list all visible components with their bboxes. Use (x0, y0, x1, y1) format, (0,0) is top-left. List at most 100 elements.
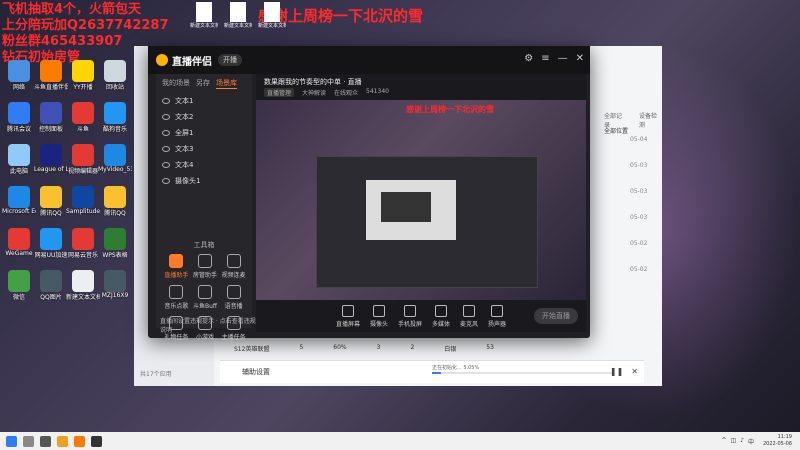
desktop-icon[interactable]: 回收站 (98, 60, 132, 91)
desktop-icon[interactable]: 网络 (2, 60, 36, 91)
background-footer: 共17个应用 (140, 371, 172, 378)
clock[interactable]: 11:19 2022-05-06 (763, 434, 792, 448)
app-icon (40, 186, 62, 208)
start-icon[interactable] (6, 435, 17, 447)
add-screen-button[interactable]: 直播屏幕 (336, 304, 360, 328)
start-live-button[interactable]: 开始直播 (534, 308, 578, 324)
pause-icon[interactable]: ❚❚ (610, 367, 623, 376)
desktop-icon-label: WeGame (5, 250, 33, 257)
desktop-icon[interactable]: 网易云音乐 (66, 228, 100, 259)
desktop-icon[interactable]: Microsoft Edge (2, 186, 36, 215)
eye-icon[interactable] (162, 114, 170, 120)
desktop-icon-label: 腾讯QQ (40, 210, 62, 217)
desktop-icon[interactable]: 此电脑 (2, 144, 36, 175)
tool-video-link[interactable]: 视频连麦 (219, 254, 248, 279)
toolbox-title: 工具箱 (193, 241, 215, 249)
settings-icon[interactable]: ⚙ (524, 53, 533, 64)
desktop-icon[interactable]: 腾讯QQ (98, 186, 132, 217)
desktop-icon[interactable]: SamplitudeProX (66, 186, 100, 215)
media-icon (435, 304, 447, 317)
source-item[interactable]: 文本2 (156, 109, 252, 125)
desktop-icon[interactable]: 酷狗音乐 (98, 102, 132, 133)
desktop-icon[interactable]: 斗鱼直播伴侣 (34, 60, 68, 91)
desktop-file[interactable]: 新建文本文档 (258, 2, 286, 29)
menu-icon[interactable]: ≡ (541, 53, 549, 64)
tool-voice[interactable]: 语音播 (219, 285, 248, 310)
table-row: S12英雄联盟 5 60% 3 2 白银 53 (234, 344, 494, 353)
tool-room-manager[interactable]: 房管助手 (191, 254, 220, 279)
close-icon[interactable]: ✕ (576, 53, 584, 64)
volume-icon[interactable]: ♪ (740, 437, 744, 446)
app-icon[interactable] (91, 435, 102, 447)
source-item[interactable]: 文本3 (156, 141, 252, 157)
desktop-icon-label: 网络 (12, 84, 25, 91)
desktop-icon[interactable]: YY开播 (66, 60, 100, 91)
desktop-icon[interactable]: 腾讯QQ (34, 186, 68, 217)
overlay-line-1: 飞机抽取4个，火箭包天 (2, 2, 142, 17)
desktop-icon[interactable]: 新建文本文档 (66, 270, 100, 301)
document-icon (230, 2, 246, 22)
tool-buff[interactable]: 斗鱼Buff (191, 285, 220, 310)
tool-music[interactable]: 音乐点歌 (162, 285, 191, 310)
close-icon[interactable]: ✕ (631, 367, 638, 376)
multimedia-button[interactable]: 多媒体 (432, 304, 450, 328)
desktop-icon[interactable]: League of Legends (34, 144, 68, 173)
desktop-icon[interactable]: 斗鱼 (66, 102, 100, 133)
date-cell: 05-03 (630, 162, 648, 169)
desktop-icon[interactable]: MZJ16X9 (98, 270, 132, 299)
microphone-icon (463, 304, 476, 317)
speaker-button[interactable]: 扬声器 (488, 304, 506, 328)
chevron-up-icon[interactable]: ^ (721, 437, 726, 446)
desktop-icon[interactable]: WPS表格 (98, 228, 132, 259)
document-icon (264, 2, 280, 22)
eye-icon[interactable] (162, 162, 170, 168)
add-camera-button[interactable]: 摄像头 (370, 304, 388, 328)
tool-live-assistant[interactable]: 直播助手 (162, 254, 191, 279)
date-cell: 05-03 (630, 188, 648, 195)
desktop-icon[interactable]: WeGame (2, 228, 36, 257)
desktop-icon-label: QQ图片 (40, 294, 62, 301)
eye-icon[interactable] (162, 178, 170, 184)
app-icon (104, 144, 126, 166)
minimize-icon[interactable]: — (558, 53, 568, 64)
desktop-icon-label: 斗鱼直播伴侣 (34, 84, 68, 91)
tab-save-as[interactable]: 另存 (196, 78, 210, 89)
preview-canvas[interactable]: 感谢上周榜一下北沢的雪 (256, 100, 586, 300)
desktop-icon-label: 腾讯QQ (104, 210, 126, 217)
buff-icon (197, 285, 212, 299)
search-icon[interactable] (23, 435, 34, 447)
task-view-icon[interactable] (40, 435, 51, 447)
desktop-icon[interactable]: QQ图片 (34, 270, 68, 301)
desktop-icon[interactable]: 微信 (2, 270, 36, 301)
desktop-icon[interactable]: 控制面板 (34, 102, 68, 133)
desktop-icon[interactable]: 腾讯会议 (2, 102, 36, 133)
source-item[interactable]: 摄像头1 (156, 173, 252, 189)
tab-my-scene[interactable]: 我的场景 (162, 78, 190, 89)
desktop-file[interactable]: 新建文本文档 (224, 2, 252, 29)
microphone-button[interactable]: 麦克风 (460, 304, 478, 328)
desktop-icon[interactable]: 视频编辑器 (66, 144, 100, 175)
network-icon[interactable]: ◫ (730, 437, 736, 446)
source-item[interactable]: 全屏1 (156, 125, 252, 141)
desktop-file[interactable]: 新建文本文档 (190, 2, 218, 29)
explorer-icon[interactable] (57, 435, 68, 447)
dialog-label: 辅助设置 (242, 368, 270, 376)
eye-icon[interactable] (162, 98, 170, 104)
source-item[interactable]: 文本1 (156, 93, 252, 109)
phone-cast-button[interactable]: 手机投屏 (398, 304, 422, 328)
ime-indicator[interactable]: 中 (748, 437, 754, 446)
tab-device-check[interactable]: 设备检测 (639, 111, 662, 129)
eye-icon[interactable] (162, 146, 170, 152)
tab-scene-library[interactable]: 场景库 (216, 78, 237, 89)
douyu-icon[interactable] (74, 435, 85, 447)
violation-notice[interactable]: 直播间设置违规提示 · 点击查看违规说明 (156, 316, 256, 334)
eye-icon[interactable] (162, 130, 170, 136)
overlay-line-2: 上分陪玩加Q2637742287 (2, 18, 169, 33)
document-icon (196, 2, 212, 22)
desktop-icon[interactable]: MyVideo_53 (98, 144, 132, 173)
stream-preview: 数果跟我的节奏型的中单 · 直播 直播管理 大神解读 在线观众 541340 感… (256, 74, 586, 300)
broadcast-button[interactable]: 开播 (218, 54, 242, 66)
video-icon (226, 254, 241, 268)
source-item[interactable]: 文本4 (156, 157, 252, 173)
desktop-icon[interactable]: 网易UU加速 (34, 228, 68, 259)
